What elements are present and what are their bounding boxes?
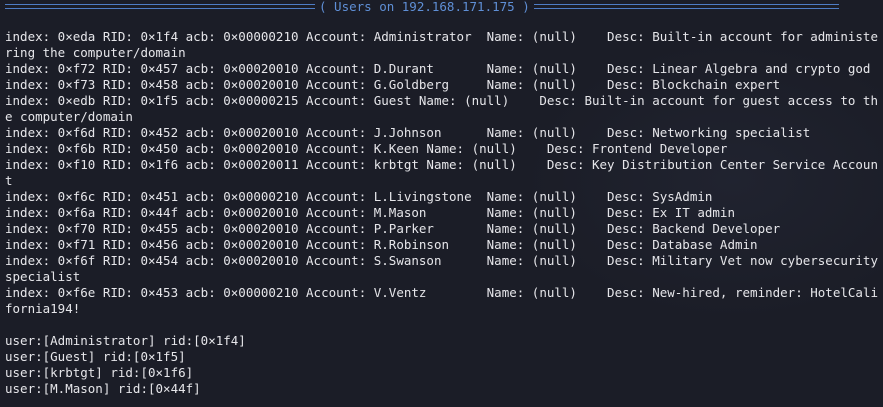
- account-row: index: 0×f6d RID: 0×452 acb: 0×00020010 …: [5, 125, 811, 140]
- account-row: index: 0×f71 RID: 0×456 acb: 0×00020010 …: [5, 237, 758, 252]
- section-banner: ( Users on 192.168.171.175 ): [0, 0, 883, 14]
- account-row: index: 0×f72 RID: 0×457 acb: 0×00020010 …: [5, 61, 871, 76]
- user-rid-row: user:[Administrator] rid:[0×1f4]: [5, 333, 246, 348]
- account-row: index: 0×f6a RID: 0×44f acb: 0×00020010 …: [5, 205, 735, 220]
- user-rid-row: user:[krbtgt] rid:[0×1f6]: [5, 365, 194, 380]
- account-row: index: 0×f70 RID: 0×455 acb: 0×00020010 …: [5, 221, 781, 236]
- account-row: index: 0×f73 RID: 0×458 acb: 0×00020010 …: [5, 77, 781, 92]
- terminal-output[interactable]: index: 0×eda RID: 0×1f4 acb: 0×00000210 …: [5, 29, 883, 397]
- account-row: index: 0×edb RID: 0×1f5 acb: 0×00000215 …: [5, 93, 878, 124]
- banner-rule-right: [533, 3, 839, 9]
- user-rid-row: user:[M.Mason] rid:[0×44f]: [5, 381, 201, 396]
- account-row: index: 0×f6e RID: 0×453 acb: 0×00000210 …: [5, 285, 878, 316]
- terminal-window[interactable]: ( Users on 192.168.171.175 ) index: 0×ed…: [0, 0, 883, 407]
- banner-title: ( Users on 192.168.171.175 ): [319, 0, 530, 14]
- account-row: index: 0×f10 RID: 0×1f6 acb: 0×00020011 …: [5, 157, 878, 188]
- account-row: index: 0×f6b RID: 0×450 acb: 0×00020010 …: [5, 141, 728, 156]
- account-row: index: 0×f6c RID: 0×451 acb: 0×00000210 …: [5, 189, 713, 204]
- user-rid-row: user:[Guest] rid:[0×1f5]: [5, 349, 186, 364]
- account-row: index: 0×eda RID: 0×1f4 acb: 0×00000210 …: [5, 29, 878, 60]
- account-row: index: 0×f6f RID: 0×454 acb: 0×00020010 …: [5, 253, 878, 284]
- banner-rule-left: [5, 3, 315, 9]
